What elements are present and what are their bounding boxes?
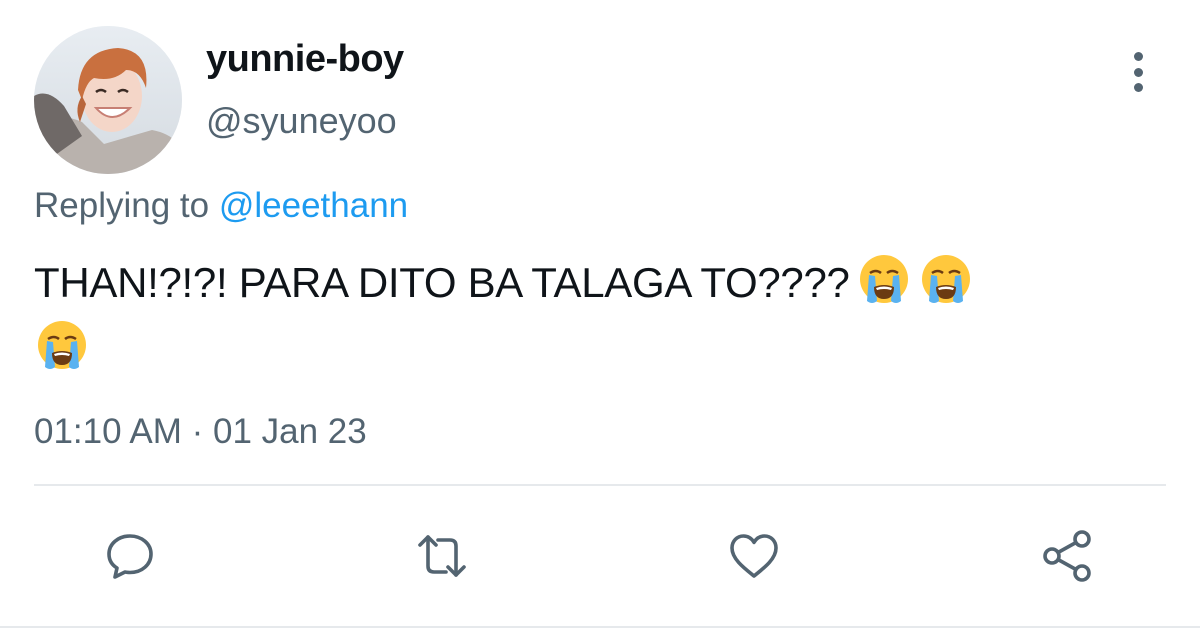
tweet-text: THAN!?!?! PARA DITO BA TALAGA TO???? [34,250,1154,382]
more-dot [1133,67,1143,77]
tweet-card: yunnie-boy @syuneyoo Replying to @leeeth… [0,0,1200,640]
reply-icon[interactable] [100,526,160,586]
more-dot [1133,52,1143,61]
divider [34,484,1166,486]
tweet-body: THAN!?!?! PARA DITO BA TALAGA TO???? [34,259,850,306]
bottom-divider [0,626,1200,628]
loudly-crying-face-icon [856,251,912,307]
user-handle[interactable]: @syuneyoo [206,100,397,142]
loudly-crying-face-icon [34,317,90,373]
more-dot [1133,83,1143,92]
like-icon[interactable] [724,526,784,586]
replying-to-line: Replying to @leeethann [34,186,408,226]
replying-prefix: Replying to [34,186,210,225]
tweet-timestamp[interactable]: 01:10 AM · 01 Jan 23 [34,412,367,452]
share-icon[interactable] [1038,526,1098,586]
more-options-icon[interactable] [1120,50,1156,94]
display-name[interactable]: yunnie-boy [206,38,404,81]
loudly-crying-face-icon [918,251,974,307]
replying-mention-link[interactable]: @leeethann [219,186,408,225]
retweet-icon[interactable] [412,526,472,586]
avatar-image [34,26,182,174]
avatar[interactable] [34,26,182,174]
